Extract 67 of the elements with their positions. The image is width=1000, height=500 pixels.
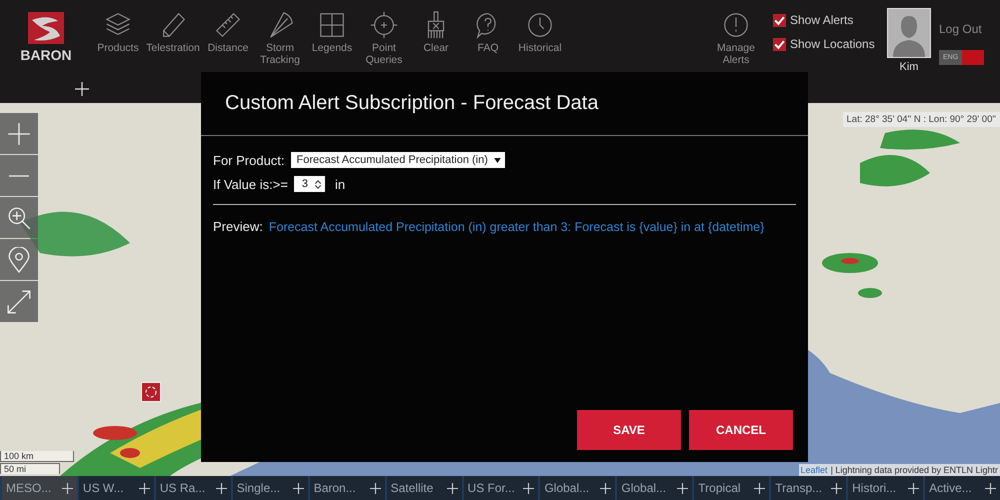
plus-icon	[677, 482, 688, 494]
toolbar-button[interactable]: Point Queries	[358, 10, 410, 66]
toolbar-button[interactable]: Telestration	[144, 10, 202, 66]
plus-icon	[370, 482, 381, 494]
preview-label: Preview:	[213, 219, 263, 234]
logo-icon	[28, 12, 64, 44]
number-field[interactable]: 3	[294, 176, 326, 192]
plus-icon[interactable]	[75, 82, 89, 96]
plus-icon	[138, 482, 150, 494]
alert-icon	[721, 10, 751, 40]
manage-alerts-button[interactable]: Manage Alerts	[711, 10, 761, 66]
product-dropdown[interactable]: Forecast Accumulated Precipitation (in)	[290, 152, 505, 168]
preview-text: Forecast Accumulated Precipitation (in) greater than 3: Forecast is {value} in at {datetime}	[268, 220, 764, 234]
checkbox[interactable]	[773, 38, 786, 50]
plus-icon	[908, 482, 920, 494]
cancel-button[interactable]: CANCEL	[689, 410, 793, 450]
plus-icon	[600, 482, 612, 494]
fullscreen-button[interactable]	[0, 281, 38, 322]
spinner-icon	[314, 178, 322, 190]
plus-icon	[446, 482, 458, 494]
location-pin-icon	[6, 246, 32, 272]
toolbar-button[interactable]: Distance	[202, 10, 254, 66]
field-label: For Product:	[213, 152, 285, 168]
unit-label: in	[335, 176, 346, 192]
minus-icon	[6, 174, 32, 176]
dialog-title: Custom Alert Subscription - Forecast Data	[201, 72, 808, 136]
zoom-search-button[interactable]	[0, 197, 38, 238]
logout-link[interactable]: Log Out	[939, 22, 984, 36]
clock-icon	[525, 10, 555, 40]
toolbar-button[interactable]: Clear	[410, 10, 462, 66]
scale-bar: 50 mi	[0, 463, 60, 474]
logo-text: BARON	[20, 47, 72, 63]
plus-icon	[62, 482, 73, 494]
checkbox-label: Show Alerts	[790, 13, 854, 27]
field-label: If Value is:>=	[213, 176, 288, 192]
magnifier-icon	[6, 204, 32, 230]
save-button[interactable]: SAVE	[577, 410, 681, 450]
language-switch[interactable]	[962, 50, 984, 65]
location-button[interactable]	[0, 239, 38, 280]
user-name: Kim	[900, 61, 918, 73]
toolbar-button[interactable]: FAQ	[462, 10, 514, 66]
expand-icon	[6, 288, 32, 314]
scale-bar: 100 km	[0, 451, 74, 462]
toolbar-button[interactable]: Products	[92, 10, 144, 66]
plus-icon	[292, 482, 304, 494]
avatar-icon	[887, 8, 931, 58]
layer-tab[interactable]: MESO...	[0, 476, 77, 500]
attribution-link[interactable]: Leaflet	[800, 465, 828, 475]
ruler-icon	[213, 10, 243, 40]
coordinates-readout: Lat: 28° 35' 04'' N : Lon: 90° 29' 00''	[842, 112, 1000, 127]
toolbar-button[interactable]: Storm Tracking	[254, 10, 306, 66]
checkbox-label: Show Locations	[790, 37, 875, 51]
crosshair-marker-icon[interactable]	[141, 382, 161, 402]
plus-icon	[754, 482, 766, 494]
attribution-text: | Lightning data provided by ENTLN Lightr	[830, 465, 998, 475]
grid-icon	[317, 10, 347, 40]
plus-icon	[831, 482, 842, 494]
crosshair-icon	[369, 10, 399, 40]
checkbox[interactable]	[773, 14, 786, 26]
plus-icon	[984, 482, 996, 494]
zoom-in-button[interactable]	[0, 113, 38, 154]
toolbar-button[interactable]: Legends	[306, 10, 358, 66]
caret-icon	[494, 158, 501, 162]
plus-icon	[6, 120, 32, 146]
plus-icon	[216, 482, 227, 494]
toolbar-button[interactable]: Historical	[514, 10, 566, 66]
plus-icon	[523, 482, 534, 494]
